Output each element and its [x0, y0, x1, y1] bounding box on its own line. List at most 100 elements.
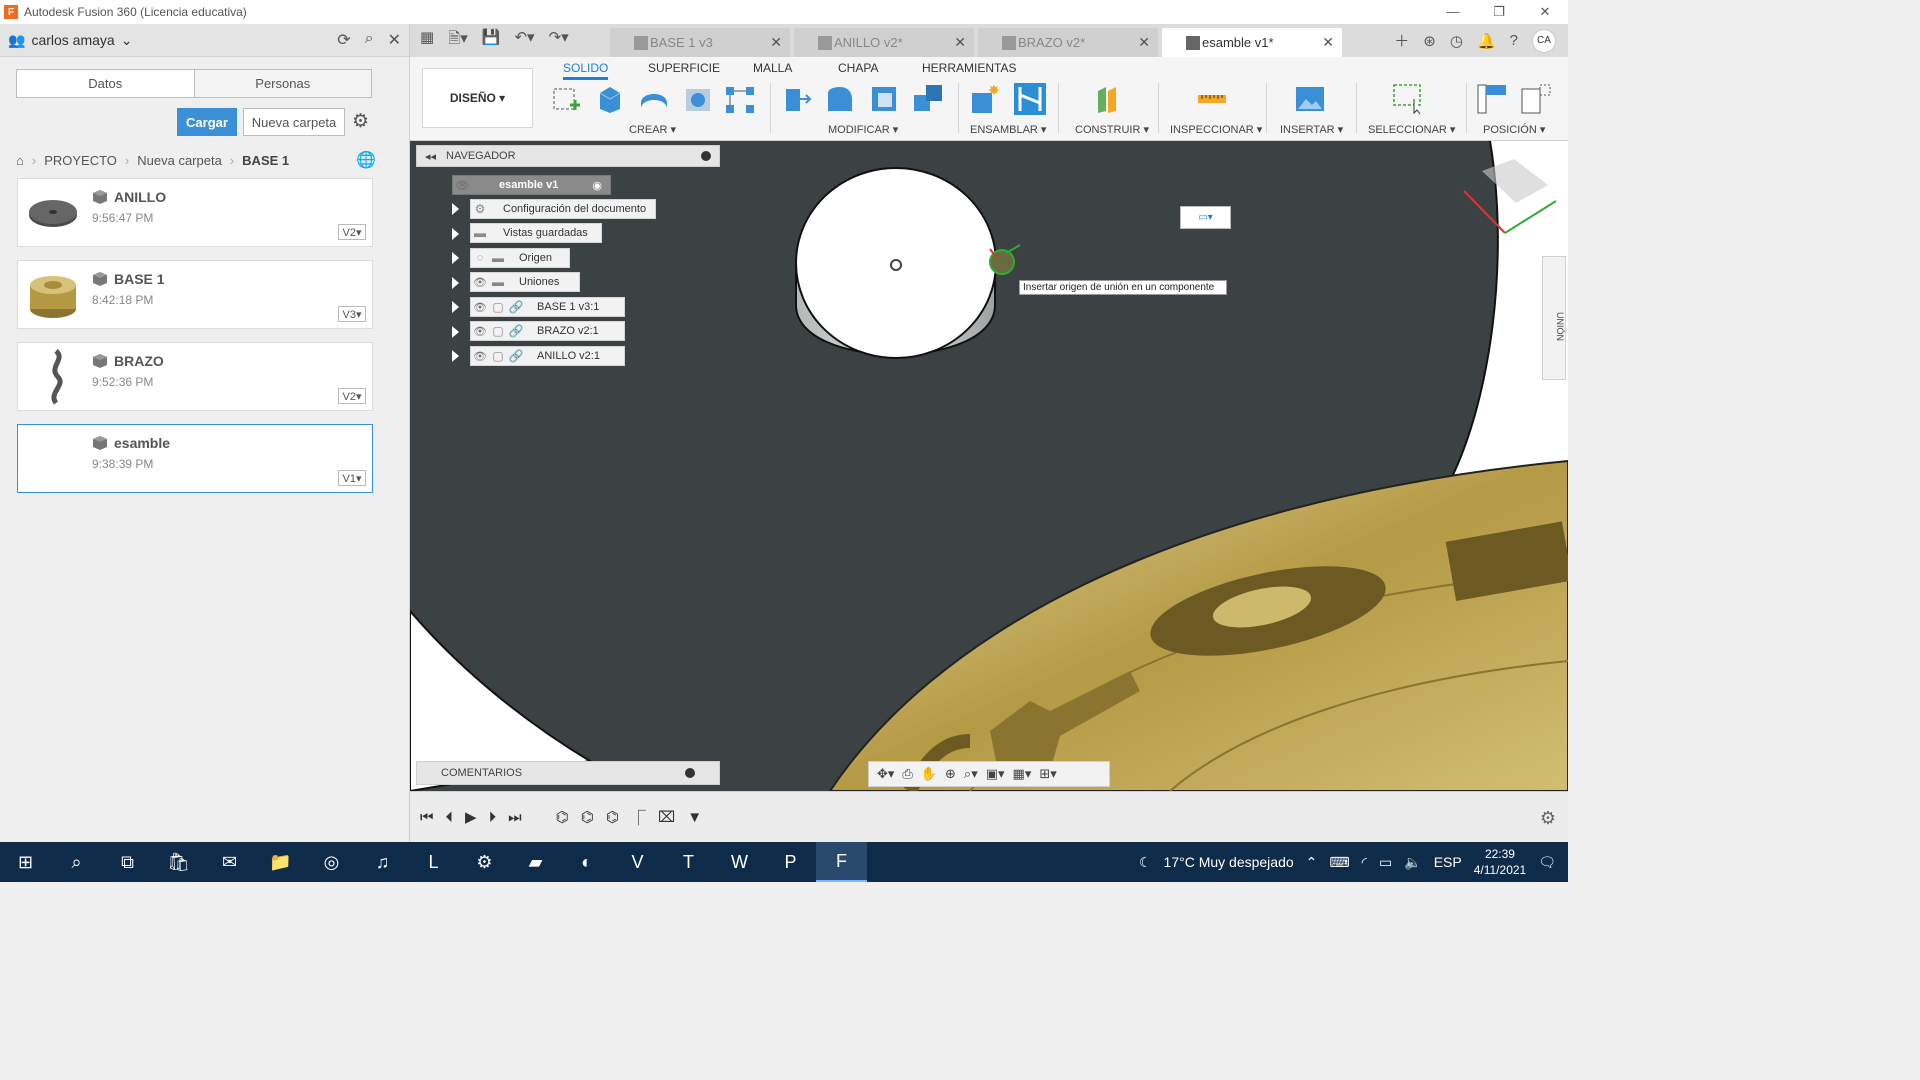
- tab-malla[interactable]: MALLA: [753, 61, 792, 75]
- sticky-notes-icon[interactable]: ▰: [510, 842, 561, 882]
- doc-tab-esamble[interactable]: esamble v1* ✕: [1162, 28, 1342, 57]
- eye-icon[interactable]: 👁: [471, 276, 489, 289]
- new-component-icon[interactable]: ✸: [968, 83, 1000, 115]
- store-icon[interactable]: 🛍: [153, 842, 204, 882]
- undo-icon[interactable]: ↶▾: [514, 28, 534, 53]
- orbit-icon[interactable]: ✥▾: [877, 766, 894, 782]
- tree-item-anillo[interactable]: 👁 ▢ 🔗 ANILLO v2:1: [470, 346, 625, 366]
- previous-step-icon[interactable]: ⏴: [446, 809, 454, 826]
- search-icon[interactable]: ⌕: [365, 30, 374, 50]
- help-icon[interactable]: ?: [1510, 32, 1518, 49]
- tray-volume-icon[interactable]: 🔈: [1404, 854, 1421, 871]
- fit-icon[interactable]: ⌕▾: [964, 766, 978, 782]
- file-card-base-1[interactable]: BASE 1 8:42:18 PM V3▾: [17, 260, 373, 329]
- pattern-icon[interactable]: [724, 83, 756, 115]
- file-card-esamble[interactable]: esamble 9:38:39 PM V1▾: [17, 424, 373, 493]
- add-tab-icon[interactable]: ＋: [1394, 30, 1409, 51]
- weather-text[interactable]: 17°C Muy despejado: [1164, 854, 1294, 870]
- notifications-icon[interactable]: 🗨: [1538, 854, 1556, 871]
- insert-image-icon[interactable]: [1294, 83, 1326, 115]
- extensions-icon[interactable]: ⊛: [1423, 32, 1436, 50]
- language-indicator[interactable]: ESP: [1434, 854, 1462, 870]
- notifications-icon[interactable]: 🔔: [1477, 32, 1496, 50]
- group-inspeccionar[interactable]: INSPECCIONAR ▾: [1170, 123, 1262, 136]
- shell-icon[interactable]: [868, 83, 900, 115]
- close-window-button[interactable]: ✕: [1522, 0, 1568, 24]
- tray-battery-icon[interactable]: ▭: [1379, 854, 1392, 871]
- file-explorer-icon[interactable]: 📁: [255, 842, 306, 882]
- fusion-taskbar-icon[interactable]: F: [816, 842, 867, 882]
- measure-icon[interactable]: [1196, 83, 1228, 115]
- tab-solido[interactable]: SOLIDO: [563, 61, 609, 80]
- tree-item-document-settings[interactable]: ⚙ Configuración del documento: [470, 199, 656, 219]
- valorant-icon[interactable]: V: [612, 842, 663, 882]
- timeline-feature-icon[interactable]: ⌬: [606, 808, 619, 826]
- avatar[interactable]: CA: [1532, 28, 1556, 53]
- group-seleccionar[interactable]: SELECCIONAR ▾: [1368, 123, 1455, 136]
- tab-herramientas[interactable]: HERRAMIENTAS: [922, 61, 1016, 75]
- side-panel-union[interactable]: UNIÓN: [1542, 256, 1566, 380]
- expand-arrow-icon[interactable]: [452, 301, 459, 313]
- tree-item-origin[interactable]: ◌ ▬ Origen: [470, 248, 570, 268]
- teams-icon[interactable]: T: [663, 842, 714, 882]
- next-step-icon[interactable]: ⏵: [489, 809, 497, 826]
- look-at-icon[interactable]: ⎙: [902, 766, 912, 782]
- expand-arrow-icon[interactable]: [452, 350, 459, 362]
- joint-icon[interactable]: [1014, 83, 1046, 115]
- start-icon[interactable]: ⊞: [0, 842, 51, 882]
- create-sketch-icon[interactable]: [550, 83, 582, 115]
- pan-icon[interactable]: ✋: [921, 766, 937, 782]
- expand-arrow-icon[interactable]: [452, 252, 459, 264]
- viewports-icon[interactable]: ⊞▾: [1039, 766, 1056, 782]
- group-ensamblar[interactable]: ENSAMBLAR ▾: [970, 123, 1046, 136]
- spotify-icon[interactable]: ♫: [357, 842, 408, 882]
- eye-icon[interactable]: 👁: [471, 350, 489, 363]
- refresh-icon[interactable]: ⟳: [337, 30, 350, 50]
- app-l-icon[interactable]: L: [408, 842, 459, 882]
- breadcrumb-folder[interactable]: Nueva carpeta: [137, 153, 222, 168]
- group-construir[interactable]: CONSTRUIR ▾: [1075, 123, 1149, 136]
- extrude-icon[interactable]: [594, 83, 626, 115]
- grid-icon[interactable]: ▦▾: [1013, 766, 1032, 782]
- eye-icon[interactable]: 👁: [471, 301, 489, 314]
- file-icon[interactable]: 🗎▾: [448, 28, 468, 53]
- collapse-icon[interactable]: ◂◂: [425, 150, 436, 163]
- word-icon[interactable]: W: [714, 842, 765, 882]
- revert-position-icon[interactable]: [1520, 83, 1552, 115]
- globe-icon[interactable]: 🌐: [356, 150, 376, 170]
- tab-superficie[interactable]: SUPERFICIE: [648, 61, 720, 75]
- combine-icon[interactable]: [912, 83, 944, 115]
- version-badge[interactable]: V3▾: [338, 306, 366, 322]
- eye-icon[interactable]: 👁: [471, 325, 489, 338]
- home-icon[interactable]: ⌂: [16, 153, 24, 168]
- display-settings-button[interactable]: ▭▾: [1180, 206, 1231, 229]
- doc-tab-brazo[interactable]: BRAZO v2* ✕: [978, 28, 1158, 57]
- display-mode-icon[interactable]: ▣▾: [986, 766, 1005, 782]
- expand-arrow-icon[interactable]: [452, 228, 459, 240]
- redo-icon[interactable]: ↷▾: [549, 28, 569, 53]
- group-insertar[interactable]: INSERTAR ▾: [1280, 123, 1343, 136]
- tray-network-icon[interactable]: ⌨: [1329, 854, 1349, 871]
- last-step-icon[interactable]: ⏭: [508, 809, 522, 826]
- team-selector[interactable]: 👥 carlos amaya ⌄: [8, 32, 132, 49]
- tree-root[interactable]: 👁 ⧉ esamble v1 ◉: [452, 175, 611, 195]
- tray-chevron-icon[interactable]: ⌃: [1306, 854, 1318, 871]
- mail-icon[interactable]: ✉: [204, 842, 255, 882]
- minimize-button[interactable]: —: [1430, 0, 1476, 24]
- eye-hidden-icon[interactable]: ◌: [471, 252, 489, 264]
- version-badge[interactable]: V2▾: [338, 224, 366, 240]
- doc-tab-base[interactable]: BASE 1 v3 ✕: [610, 28, 790, 57]
- minimize-panel-icon[interactable]: [701, 151, 711, 161]
- gear-icon[interactable]: ⚙: [352, 110, 369, 133]
- chrome-icon[interactable]: ◎: [306, 842, 357, 882]
- zoom-icon[interactable]: ⊕: [945, 766, 956, 782]
- clock[interactable]: 22:39 4/11/2021: [1474, 846, 1527, 878]
- edge-icon[interactable]: ◐: [561, 842, 612, 882]
- tree-item-brazo[interactable]: 👁 ▢ 🔗 BRAZO v2:1: [470, 321, 625, 341]
- expand-arrow-icon[interactable]: [452, 203, 459, 215]
- timeline-feature-icon[interactable]: ⎾: [631, 807, 646, 828]
- timeline-feature-icon[interactable]: ⌬: [556, 808, 569, 826]
- press-pull-icon[interactable]: [780, 83, 812, 115]
- version-badge[interactable]: V1▾: [338, 470, 366, 486]
- timeline-marker-icon[interactable]: ▼: [687, 809, 702, 826]
